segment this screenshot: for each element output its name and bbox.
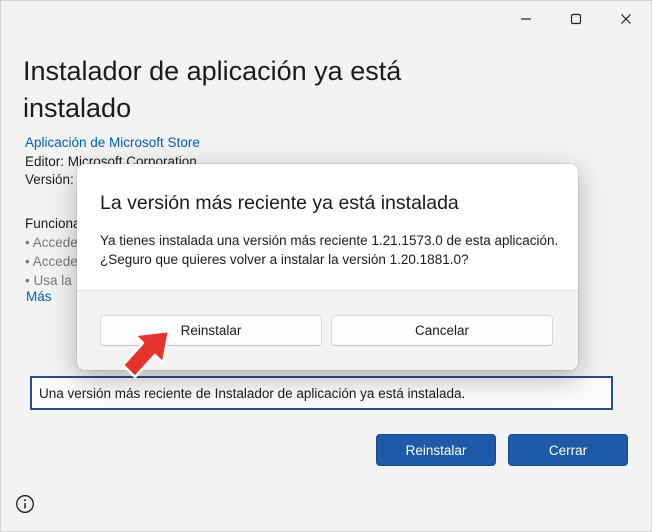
reinstall-button[interactable]: Reinstalar bbox=[376, 434, 496, 466]
installer-window: Instalador de aplicación ya está instala… bbox=[0, 0, 652, 532]
info-icon[interactable] bbox=[15, 494, 35, 514]
publisher-link[interactable]: Aplicación de Microsoft Store bbox=[25, 134, 200, 153]
close-window-button[interactable] bbox=[601, 1, 651, 37]
capabilities-section: Funciona • Accede • Accede • Usa la bbox=[25, 214, 81, 290]
minimize-button[interactable] bbox=[501, 1, 551, 37]
capability-item: • Accede bbox=[25, 254, 78, 269]
title-bar-controls bbox=[501, 1, 651, 37]
dialog-body: La versión más reciente ya está instalad… bbox=[77, 164, 578, 290]
annotation-arrow-icon bbox=[121, 329, 171, 379]
page-title: Instalador de aplicación ya está instala… bbox=[23, 56, 402, 123]
maximize-icon bbox=[570, 13, 582, 25]
dialog-title: La versión más reciente ya está instalad… bbox=[100, 192, 459, 214]
capability-item: • Usa la bbox=[25, 273, 72, 288]
minimize-icon bbox=[521, 18, 531, 20]
more-link[interactable]: Más bbox=[26, 289, 52, 304]
dialog-cancel-button[interactable]: Cancelar bbox=[331, 315, 553, 346]
maximize-button[interactable] bbox=[551, 1, 601, 37]
dialog-message-line2: ¿Seguro que quieres volver a instalar la… bbox=[100, 252, 469, 267]
dialog-message: Ya tienes instalada una versión más reci… bbox=[100, 231, 570, 269]
capabilities-heading: Funciona bbox=[25, 216, 81, 231]
dialog-message-line1: Ya tienes instalada una versión más reci… bbox=[100, 233, 559, 248]
capability-item: • Accede bbox=[25, 235, 78, 250]
close-icon bbox=[621, 14, 631, 24]
close-button[interactable]: Cerrar bbox=[508, 434, 628, 466]
